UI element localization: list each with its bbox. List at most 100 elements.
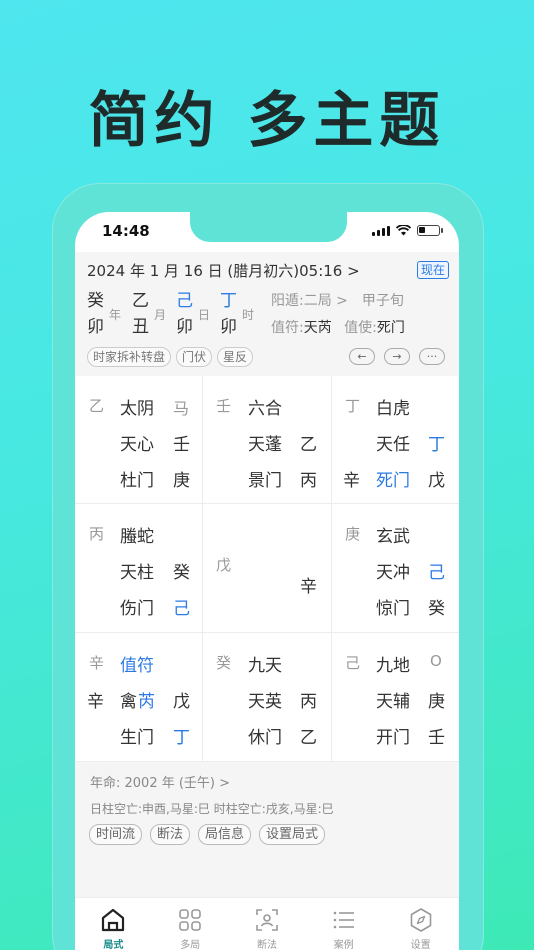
palace-god: 九天 <box>248 656 282 676</box>
zhishi-label: 值使: <box>344 320 377 336</box>
palace-door: 开门 <box>376 728 410 748</box>
zhifu-value: 天芮 <box>303 320 332 336</box>
palace-star: 天心 <box>120 435 154 455</box>
palace-cell[interactable]: 丁 白虎 天任 丁 辛 死门 戊 <box>332 376 459 504</box>
tab-label: 断法 <box>256 940 277 950</box>
palace-door: 休门 <box>248 728 282 748</box>
palace-kongwang-mark: O <box>430 652 442 670</box>
palace-cell[interactable]: 丙 螣蛇 天柱 癸 伤门 己 <box>75 504 203 633</box>
palace-stem: 庚 <box>345 525 361 543</box>
palace-center[interactable]: 戊 辛 <box>203 504 332 633</box>
signal-icon <box>372 225 390 236</box>
next-button[interactable]: → <box>384 348 410 365</box>
nianming-row[interactable]: 年命: 2002 年 (壬午) > <box>90 772 230 791</box>
palace-god: 太阴 <box>120 399 154 419</box>
tag-menfu[interactable]: 门伏 <box>176 347 213 367</box>
footer-actions: 时间流 断法 局信息 设置局式 <box>89 824 326 845</box>
xun-label: 甲子旬 <box>361 293 404 309</box>
palace-star-stem: 庚 <box>428 692 445 712</box>
pillar-day-unit: 日 <box>198 308 211 322</box>
palace-star: 天辅 <box>376 692 410 712</box>
pillar-month: 乙 丑 月 <box>132 288 166 340</box>
pillar-day: 己 卯 日 <box>176 288 210 340</box>
date-selector[interactable]: 2024 年 1 月 16 日 (腊月初六)05:16 > <box>87 260 360 281</box>
palace-door-stem: 乙 <box>300 728 317 748</box>
zhishi-value: 死门 <box>376 320 405 336</box>
palace-door-stem: 庚 <box>173 471 190 491</box>
palace-cell[interactable]: 己 九地 O 天辅 庚 开门 壬 <box>332 633 459 762</box>
palace-stem: 辛 <box>89 654 105 672</box>
tab-duanfa[interactable]: 断法 <box>229 898 306 950</box>
palace-stem: 丙 <box>89 525 105 543</box>
tab-label: 多局 <box>180 940 201 950</box>
tab-anli[interactable]: 案例 <box>305 898 382 950</box>
nine-palace-grid: 乙 太阴 马 天心 壬 杜门 庚 壬 六合 天蓬 乙 景门 丙 丁 白虎 天任 … <box>75 376 459 762</box>
status-bar: 14:48 <box>75 222 459 244</box>
palace-door-stem: 戊 <box>428 471 445 491</box>
palace-stem: 乙 <box>89 397 105 415</box>
palace-door: 惊门 <box>376 599 410 619</box>
palace-god: 螣蛇 <box>120 527 154 547</box>
battery-icon <box>417 225 440 236</box>
scan-icon <box>256 909 278 931</box>
duanfa-button[interactable]: 断法 <box>150 824 191 845</box>
tab-shezhi[interactable]: 设置 <box>382 898 459 950</box>
palace-star-prefix: 辛 <box>87 692 104 712</box>
dun-info: 阳遁:二局 > 甲子旬 <box>271 290 404 310</box>
palace-door-stem: 丙 <box>300 471 317 491</box>
palace-cell[interactable]: 庚 玄武 天冲 己 惊门 癸 <box>332 504 459 633</box>
tab-duoju[interactable]: 多局 <box>152 898 229 950</box>
palace-star: 天英 <box>248 692 282 712</box>
palace-door: 死门 <box>376 471 410 491</box>
status-icons <box>372 225 443 236</box>
palace-star-stem: 壬 <box>173 435 190 455</box>
wifi-icon <box>396 225 411 236</box>
list-icon <box>333 911 354 929</box>
palace-star: 天冲 <box>376 563 410 583</box>
palace-star: 天柱 <box>120 563 154 583</box>
palace-star-stem: 己 <box>428 563 445 583</box>
palace-stem: 丁 <box>345 397 361 415</box>
time-flow-button[interactable]: 时间流 <box>89 824 143 845</box>
zhifu-label: 值符: <box>271 320 304 336</box>
palace-cell[interactable]: 乙 太阴 马 天心 壬 杜门 庚 <box>75 376 203 504</box>
palace-star-stem: 戊 <box>173 692 190 712</box>
palace-god: 九地 <box>376 656 410 676</box>
prev-button[interactable]: ← <box>349 348 375 365</box>
palace-god: 白虎 <box>376 399 410 419</box>
palace-door-stem: 己 <box>173 599 190 619</box>
palace-door: 杜门 <box>120 471 154 491</box>
now-button[interactable]: 现在 <box>416 261 449 279</box>
palace-god: 六合 <box>248 399 282 419</box>
compass-icon <box>410 908 431 932</box>
home-icon <box>102 908 125 932</box>
chart-footer: 年命: 2002 年 (壬午) > 日柱空亡:申酉,马星:巳 时柱空亡:戌亥,马… <box>75 762 459 897</box>
tab-juShi[interactable]: 局式 <box>75 898 152 950</box>
set-ju-button[interactable]: 设置局式 <box>259 824 326 845</box>
battery-tip <box>441 228 443 233</box>
tag-xingfan[interactable]: 星反 <box>217 347 254 367</box>
ju-info-button[interactable]: 局信息 <box>198 824 252 845</box>
palace-cell[interactable]: 壬 六合 天蓬 乙 景门 丙 <box>203 376 332 504</box>
pillar-month-unit: 月 <box>154 308 167 322</box>
pillar-hour: 丁 卯 时 <box>220 288 254 340</box>
palace-star: 天蓬 <box>248 435 282 455</box>
tag-chaibu[interactable]: 时家拆补转盘 <box>87 347 172 367</box>
headline: 简约 多主题 <box>88 86 446 156</box>
palace-door-stem: 丁 <box>173 728 190 748</box>
palace-door-stem: 癸 <box>428 599 445 619</box>
palace-star: 天任 <box>376 435 410 455</box>
kongwang-info: 日柱空亡:申酉,马星:巳 时柱空亡:戌亥,马星:巳 <box>90 802 334 816</box>
zhifu-info: 值符:天芮 值使:死门 <box>271 317 405 337</box>
chart-tags: 时家拆补转盘 门伏 星反 <box>87 347 254 367</box>
palace-door-stem: 壬 <box>428 728 445 748</box>
palace-stem: 癸 <box>216 654 232 672</box>
pillar-year-unit: 年 <box>109 308 122 322</box>
palace-cell[interactable]: 癸 九天 天英 丙 休门 乙 <box>203 633 332 762</box>
phone-screen: 14:48 2024 年 1 月 16 日 (腊月初六)05:16 > 现在 癸… <box>75 212 459 950</box>
dun-selector[interactable]: 阳遁:二局 > <box>271 293 348 309</box>
tab-label: 局式 <box>103 940 124 950</box>
palace-stem: 己 <box>345 654 361 672</box>
palace-cell[interactable]: 辛 值符 辛 禽 芮 戊 生门 丁 <box>75 633 203 762</box>
more-button[interactable]: ··· <box>419 348 445 365</box>
